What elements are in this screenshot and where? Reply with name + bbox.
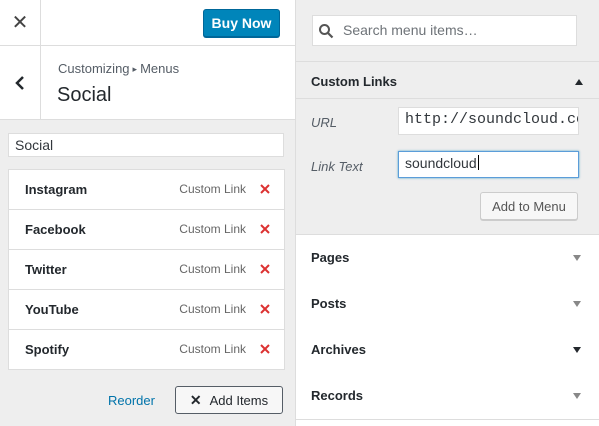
divider [296,98,599,99]
section-pages[interactable]: Pages [296,235,599,282]
menu-item-title: YouTube [25,302,79,317]
menu-item-type: Custom Link [179,342,246,356]
menu-item-type: Custom Link [179,222,246,236]
add-items-button[interactable]: ✕ Add Items [175,386,283,414]
menu-name-input[interactable]: Social [8,133,284,157]
search-icon [319,24,334,39]
section-records[interactable]: Records [296,373,599,420]
add-to-menu-button[interactable]: Add to Menu [480,192,578,220]
reorder-link[interactable]: Reorder [108,393,155,408]
custom-links-section: Custom Links URL http://soundcloud.co Li… [296,62,599,235]
breadcrumb-customizing: Customizing [58,61,130,76]
menu-item-title: Facebook [25,222,86,237]
add-items-label: Add Items [209,392,269,408]
breadcrumb-menus: Menus [140,61,180,76]
section-title: Archives [311,342,366,357]
chevron-left-icon [15,75,24,90]
menu-item-type: Custom Link [179,262,246,276]
close-button[interactable]: ✕ [0,0,41,45]
breadcrumb-separator-icon: ▸ [132,64,138,74]
close-icon: ✕ [189,391,202,408]
menu-items-list: Instagram Custom Link Facebook Custom Li… [8,169,285,370]
search-area [296,0,599,62]
section-header: Customizing ▸ Menus Social [0,46,295,120]
delete-icon[interactable] [257,260,273,278]
expand-arrow-icon [573,255,581,261]
back-button[interactable] [0,46,41,119]
menu-item[interactable]: YouTube Custom Link [8,290,285,330]
collapse-arrow-icon[interactable] [575,79,583,85]
available-items-panel: Custom Links URL http://soundcloud.co Li… [296,0,599,426]
url-field[interactable]: http://soundcloud.co [398,107,579,135]
text-caret [477,155,479,170]
menu-item-title: Spotify [25,342,70,357]
close-icon: ✕ [11,12,29,34]
buy-now-button[interactable]: Buy Now [203,9,280,37]
expand-arrow-icon [573,347,581,353]
delete-icon[interactable] [257,180,273,198]
search-input[interactable] [343,22,568,38]
custom-links-title[interactable]: Custom Links [311,74,397,89]
menu-item[interactable]: Instagram Custom Link [8,169,285,210]
search-box[interactable] [312,15,577,46]
breadcrumb: Customizing ▸ Menus [58,61,179,76]
page-title: Social [57,84,112,106]
menu-item-type: Custom Link [179,182,246,196]
menu-item-title: Twitter [25,262,67,277]
delete-icon[interactable] [257,300,273,318]
menu-item-title: Instagram [25,182,88,197]
menu-item[interactable]: Spotify Custom Link [8,330,285,370]
expand-arrow-icon [573,393,581,399]
section-title: Posts [311,296,347,311]
menu-item-type: Custom Link [179,302,246,316]
section-title: Records [311,388,364,403]
link-text-field[interactable]: soundcloud [398,151,579,178]
section-posts[interactable]: Posts [296,281,599,328]
link-text-value: soundcloud [405,155,477,171]
menu-item[interactable]: Twitter Custom Link [8,250,285,290]
menu-item[interactable]: Facebook Custom Link [8,210,285,250]
delete-icon[interactable] [257,220,273,238]
customizer-header: ✕ Buy Now [0,0,295,46]
delete-icon[interactable] [257,340,273,358]
customizer-sidebar: ✕ Buy Now Customizing ▸ Menus Social Socia… [0,0,296,426]
url-label: URL [311,115,338,130]
section-title: Pages [311,250,350,265]
expand-arrow-icon [573,301,581,307]
link-text-label: Link Text [311,159,363,174]
section-archives[interactable]: Archives [296,327,599,374]
